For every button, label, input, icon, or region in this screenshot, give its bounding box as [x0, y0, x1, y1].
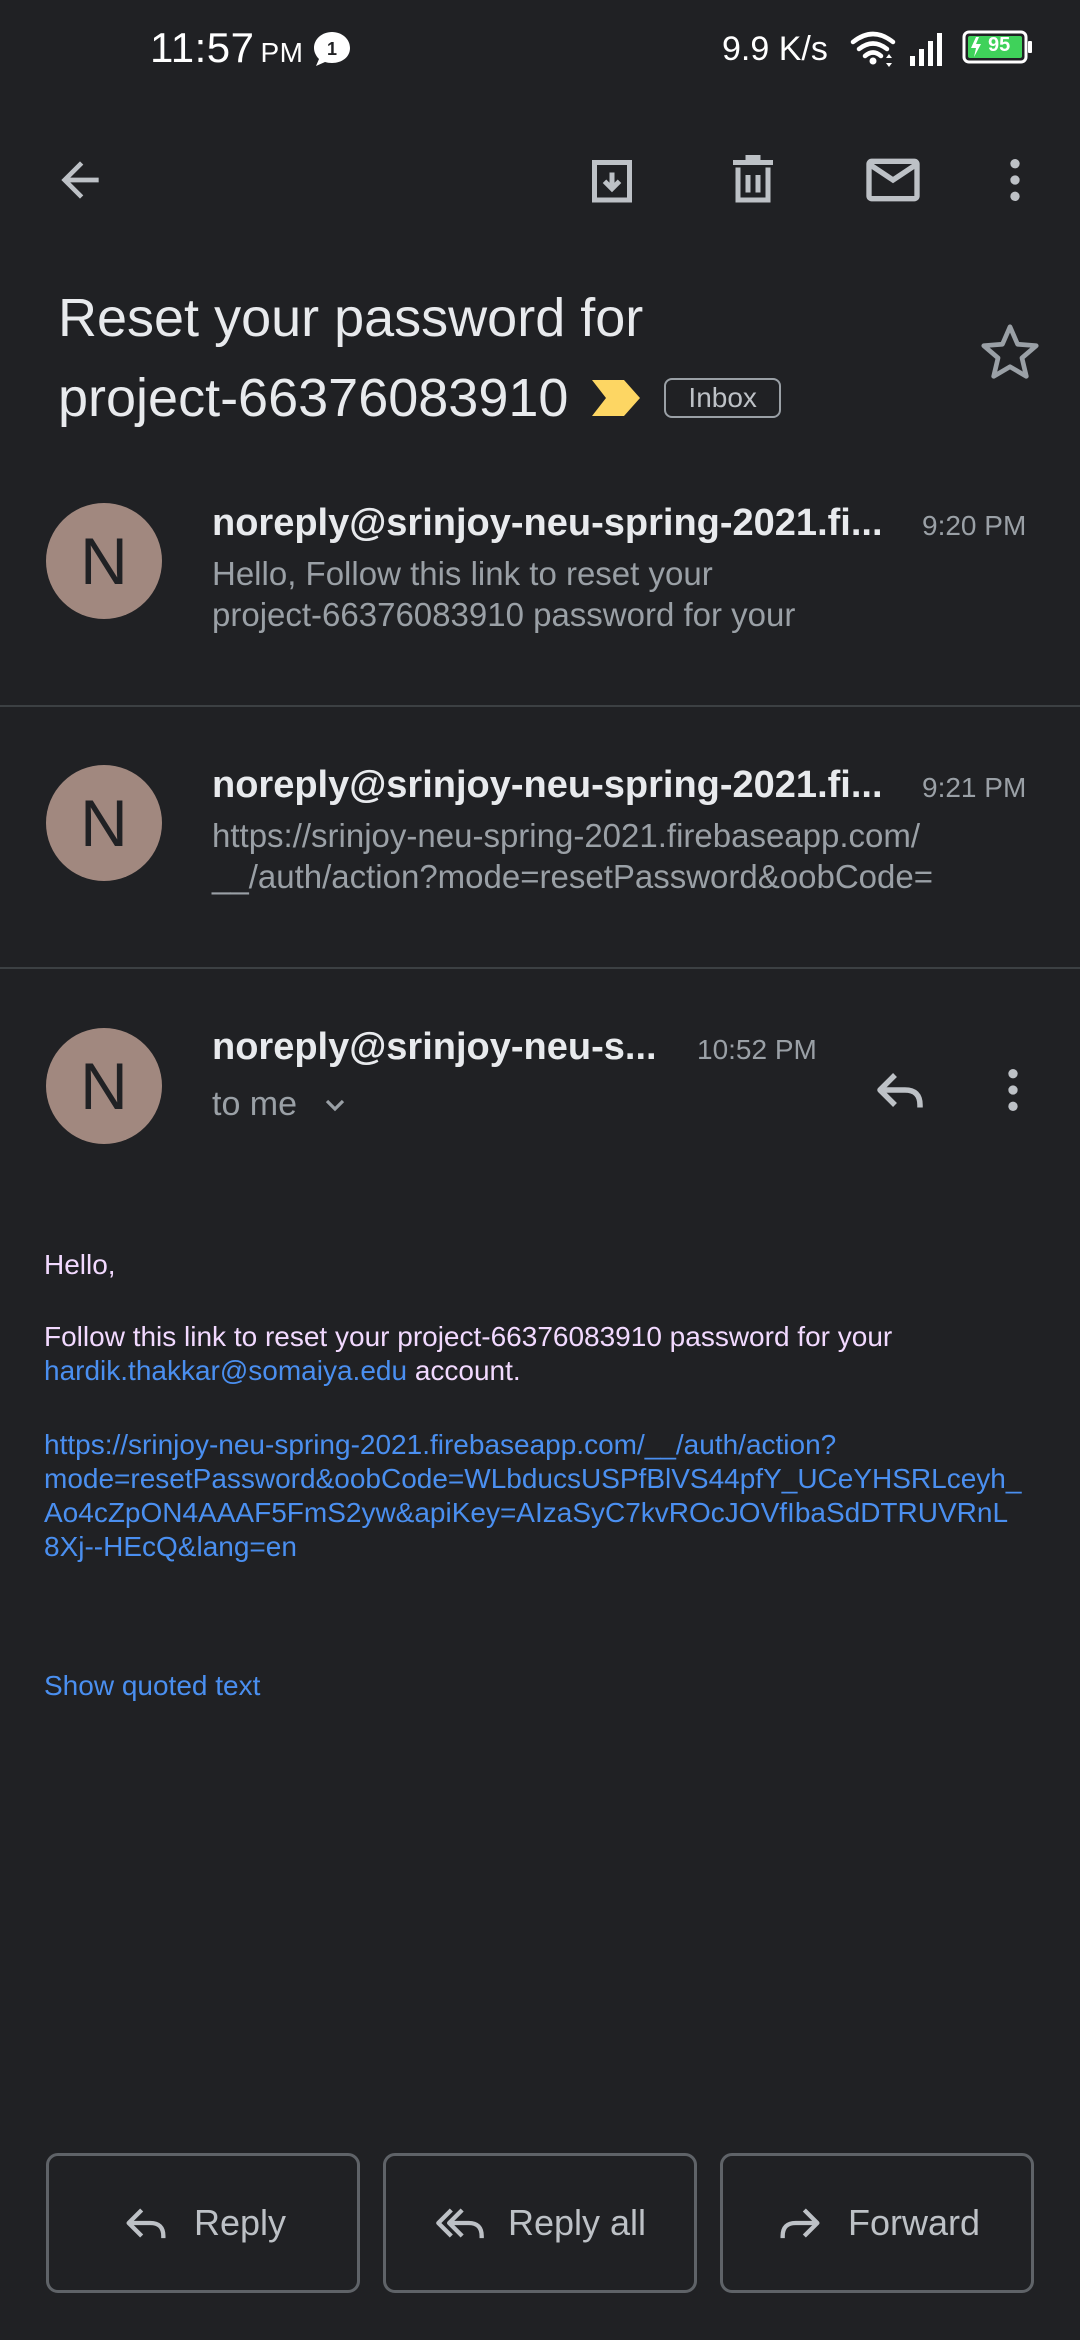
email-subject: Reset your password for project-66376083… — [58, 278, 958, 438]
inbox-label-chip[interactable]: Inbox — [664, 378, 781, 418]
reply-all-label: Reply all — [507, 2202, 647, 2243]
signal-icon — [910, 33, 942, 66]
forward-icon — [780, 2208, 820, 2239]
notification-count: 1 — [327, 39, 337, 59]
reply-label: Reply — [193, 2202, 287, 2243]
body-paragraph: Follow this link to reset your project-6… — [44, 1320, 1044, 1388]
url-line-2: mode=resetPassword&oobCode=WLbducsUSPfBl… — [44, 1463, 1022, 1494]
archive-icon — [592, 160, 632, 203]
forward-button[interactable]: Forward — [720, 2153, 1034, 2293]
recipient-details-toggle[interactable]: to me — [212, 1085, 351, 1124]
email-view: 11:57 PM 1 9.9 K/s 95 Reset your passwor… — [0, 0, 1080, 2340]
notification-bubble-icon: 1 — [314, 32, 350, 66]
back-button[interactable] — [40, 140, 120, 220]
snippet-line-1: https://srinjoy-neu-spring-2021.firebase… — [212, 817, 921, 854]
subject-line-2-row: project-66376083910 Inbox — [58, 358, 958, 438]
more-options-button[interactable] — [975, 140, 1055, 220]
status-bar: 11:57 PM 1 9.9 K/s 95 — [0, 0, 1080, 100]
delete-button[interactable] — [713, 140, 793, 220]
url-line-1: https://srinjoy-neu-spring-2021.firebase… — [44, 1429, 837, 1460]
avatar[interactable]: N — [46, 503, 162, 619]
clock: 11:57 — [150, 24, 255, 71]
recipient-text: to me — [212, 1085, 298, 1123]
chevron-down-icon — [325, 1099, 345, 1111]
wifi-icon — [850, 31, 896, 67]
body-text: Follow this link to reset your project-6… — [44, 1321, 893, 1352]
greeting: Hello, — [44, 1249, 116, 1280]
mail-icon — [866, 158, 920, 202]
mark-unread-button[interactable] — [853, 140, 933, 220]
forward-label: Forward — [847, 2202, 981, 2243]
url-line-3: Ao4cZpON4AAAF5FmS2yw&apiKey=AIzaSyC7kvRO… — [44, 1497, 1009, 1528]
avatar[interactable]: N — [46, 765, 162, 881]
snippet-line-2: project-66376083910 password for your — [212, 596, 796, 633]
subject-line-2: project-66376083910 — [58, 368, 569, 428]
star-outline-icon — [981, 324, 1039, 379]
reply-icon — [877, 1073, 923, 1108]
message-time: 9:20 PM — [922, 510, 1027, 541]
reply-all-icon — [436, 2208, 484, 2239]
snippet-line-2: __/auth/action?mode=resetPassword&oobCod… — [212, 858, 933, 895]
snippet-line-1: Hello, Follow this link to reset your — [212, 555, 713, 592]
reset-password-link[interactable]: https://srinjoy-neu-spring-2021.firebase… — [44, 1428, 1044, 1564]
reply-all-button[interactable]: Reply all — [383, 2153, 697, 2293]
reply-button[interactable]: Reply — [46, 2153, 360, 2293]
trash-icon — [733, 155, 773, 203]
reply-icon — [126, 2208, 166, 2239]
sender-avatar[interactable]: N — [46, 1028, 162, 1144]
email-address-link[interactable]: hardik.thakkar@somaiya.edu — [44, 1355, 407, 1386]
message-divider — [0, 705, 1080, 707]
network-speed: 9.9 K/s — [722, 30, 828, 68]
important-marker-icon[interactable] — [590, 378, 642, 418]
sender-name: noreply@srinjoy-neu-spring-2021.fi... — [212, 764, 883, 806]
battery-level: 95 — [988, 34, 1011, 56]
star-button[interactable] — [975, 318, 1045, 388]
body-text-suffix: account. — [407, 1355, 521, 1386]
message-time: 9:21 PM — [922, 772, 1027, 803]
status-time: 11:57 PM — [150, 24, 304, 72]
more-vert-icon — [1010, 159, 1020, 201]
url-line-4: 8Xj--HEcQ&lang=en — [44, 1531, 297, 1562]
message-snippet: https://srinjoy-neu-spring-2021.firebase… — [212, 815, 1012, 897]
more-vert-icon — [1008, 1069, 1018, 1111]
message-snippet: Hello, Follow this link to reset your pr… — [212, 553, 1012, 635]
show-quoted-text-link[interactable]: Show quoted text — [44, 1670, 260, 1702]
clock-ampm: PM — [260, 37, 304, 68]
archive-button[interactable] — [572, 140, 652, 220]
message-time: 10:52 PM — [697, 1034, 817, 1065]
message-more-button[interactable] — [985, 1050, 1045, 1130]
subject-line-1: Reset your password for — [58, 288, 644, 348]
reply-icon-button[interactable] — [860, 1050, 940, 1130]
arrow-left-icon — [61, 161, 99, 199]
sender-name: noreply@srinjoy-neu-spring-2021.fi... — [212, 502, 883, 544]
message-divider — [0, 967, 1080, 969]
sender-name[interactable]: noreply@srinjoy-neu-s... — [212, 1026, 657, 1069]
